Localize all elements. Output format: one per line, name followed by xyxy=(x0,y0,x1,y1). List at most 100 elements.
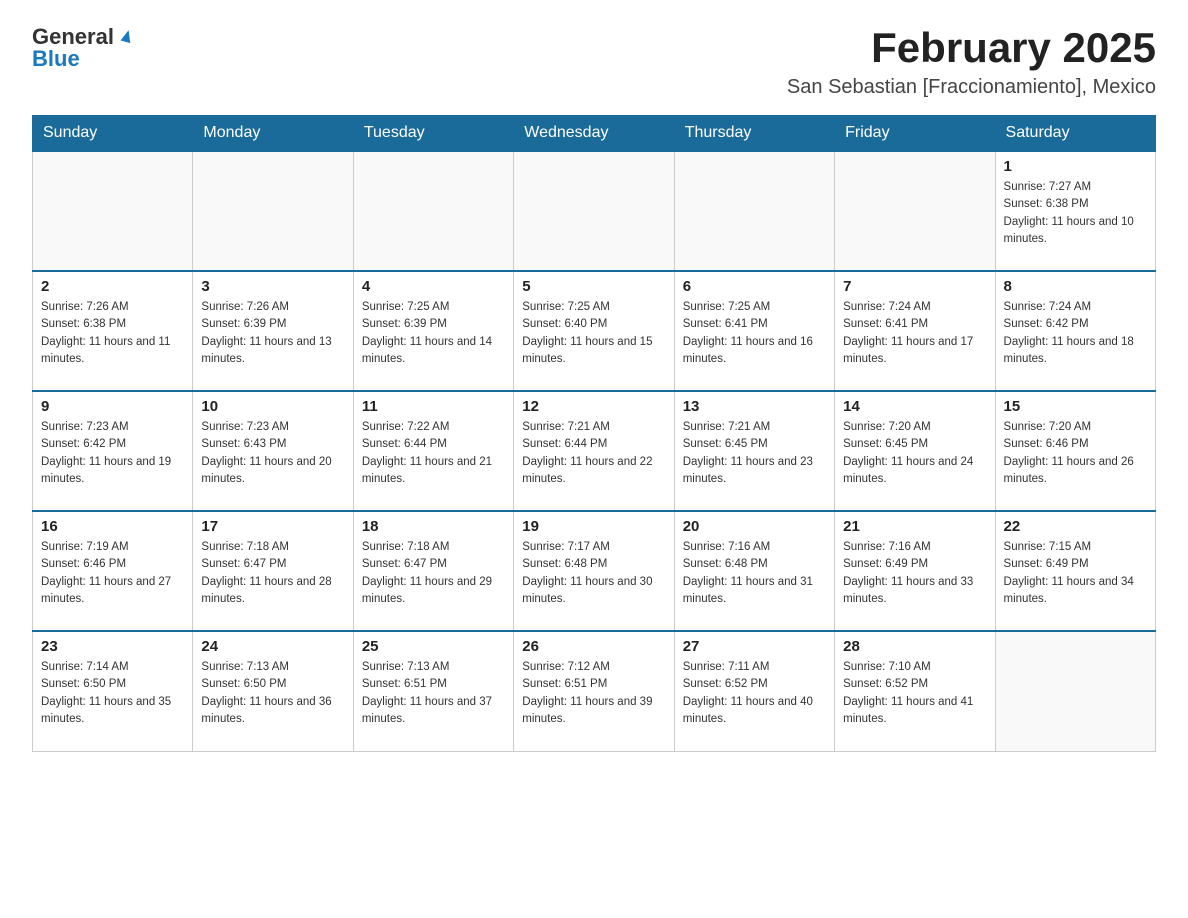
calendar-cell: 27 Sunrise: 7:11 AM Sunset: 6:52 PM Dayli… xyxy=(674,631,834,751)
calendar-cell xyxy=(674,151,834,271)
calendar-cell: 15 Sunrise: 7:20 AM Sunset: 6:46 PM Dayli… xyxy=(995,391,1155,511)
day-number: 28 xyxy=(843,638,986,655)
calendar-cell xyxy=(33,151,193,271)
calendar-cell xyxy=(835,151,995,271)
calendar-cell: 11 Sunrise: 7:22 AM Sunset: 6:44 PM Dayli… xyxy=(353,391,513,511)
day-info: Sunrise: 7:10 AM Sunset: 6:52 PM Dayligh… xyxy=(843,659,986,728)
calendar-week-row: 1Sunrise: 7:27 AM Sunset: 6:38 PM Daylig… xyxy=(33,151,1156,271)
day-number: 8 xyxy=(1004,278,1147,295)
calendar-cell: 23 Sunrise: 7:14 AM Sunset: 6:50 PM Dayli… xyxy=(33,631,193,751)
day-info: Sunrise: 7:22 AM Sunset: 6:44 PM Dayligh… xyxy=(362,419,505,488)
day-number: 6 xyxy=(683,278,826,295)
calendar-body: 1Sunrise: 7:27 AM Sunset: 6:38 PM Daylig… xyxy=(33,151,1156,751)
day-info: Sunrise: 7:15 AM Sunset: 6:49 PM Dayligh… xyxy=(1004,539,1147,608)
day-info: Sunrise: 7:20 AM Sunset: 6:46 PM Dayligh… xyxy=(1004,419,1147,488)
day-info: Sunrise: 7:26 AM Sunset: 6:38 PM Dayligh… xyxy=(41,299,184,368)
calendar-cell: 8 Sunrise: 7:24 AM Sunset: 6:42 PM Daylig… xyxy=(995,271,1155,391)
calendar-cell: 21 Sunrise: 7:16 AM Sunset: 6:49 PM Dayli… xyxy=(835,511,995,631)
day-number: 26 xyxy=(522,638,665,655)
day-number: 7 xyxy=(843,278,986,295)
calendar-subtitle: San Sebastian [Fraccionamiento], Mexico xyxy=(787,76,1156,99)
calendar-cell: 10 Sunrise: 7:23 AM Sunset: 6:43 PM Dayli… xyxy=(193,391,353,511)
logo: General Blue xyxy=(32,24,138,72)
day-number: 16 xyxy=(41,518,184,535)
day-info: Sunrise: 7:13 AM Sunset: 6:50 PM Dayligh… xyxy=(201,659,344,728)
day-number: 22 xyxy=(1004,518,1147,535)
calendar-week-row: 2 Sunrise: 7:26 AM Sunset: 6:38 PM Daylig… xyxy=(33,271,1156,391)
calendar-cell: 4 Sunrise: 7:25 AM Sunset: 6:39 PM Daylig… xyxy=(353,271,513,391)
day-number: 24 xyxy=(201,638,344,655)
calendar-week-row: 9 Sunrise: 7:23 AM Sunset: 6:42 PM Daylig… xyxy=(33,391,1156,511)
day-of-week-header: Thursday xyxy=(674,116,834,152)
calendar-cell: 25 Sunrise: 7:13 AM Sunset: 6:51 PM Dayli… xyxy=(353,631,513,751)
day-info: Sunrise: 7:11 AM Sunset: 6:52 PM Dayligh… xyxy=(683,659,826,728)
day-number: 18 xyxy=(362,518,505,535)
calendar-cell: 7 Sunrise: 7:24 AM Sunset: 6:41 PM Daylig… xyxy=(835,271,995,391)
day-info: Sunrise: 7:12 AM Sunset: 6:51 PM Dayligh… xyxy=(522,659,665,728)
day-info: Sunrise: 7:13 AM Sunset: 6:51 PM Dayligh… xyxy=(362,659,505,728)
day-info: Sunrise: 7:19 AM Sunset: 6:46 PM Dayligh… xyxy=(41,539,184,608)
day-info: Sunrise: 7:20 AM Sunset: 6:45 PM Dayligh… xyxy=(843,419,986,488)
calendar-cell xyxy=(514,151,674,271)
day-number: 23 xyxy=(41,638,184,655)
day-number: 4 xyxy=(362,278,505,295)
calendar-cell: 28 Sunrise: 7:10 AM Sunset: 6:52 PM Dayli… xyxy=(835,631,995,751)
day-info: Sunrise: 7:16 AM Sunset: 6:49 PM Dayligh… xyxy=(843,539,986,608)
day-number: 25 xyxy=(362,638,505,655)
calendar-cell: 24 Sunrise: 7:13 AM Sunset: 6:50 PM Dayli… xyxy=(193,631,353,751)
day-number: 11 xyxy=(362,398,505,415)
calendar-header: SundayMondayTuesdayWednesdayThursdayFrid… xyxy=(33,116,1156,152)
day-of-week-header: Wednesday xyxy=(514,116,674,152)
day-number: 21 xyxy=(843,518,986,535)
calendar-cell: 14 Sunrise: 7:20 AM Sunset: 6:45 PM Dayli… xyxy=(835,391,995,511)
day-info: Sunrise: 7:25 AM Sunset: 6:41 PM Dayligh… xyxy=(683,299,826,368)
day-number: 19 xyxy=(522,518,665,535)
day-number: 27 xyxy=(683,638,826,655)
logo-triangle-icon xyxy=(116,24,138,46)
day-info: Sunrise: 7:24 AM Sunset: 6:42 PM Dayligh… xyxy=(1004,299,1147,368)
day-info: Sunrise: 7:18 AM Sunset: 6:47 PM Dayligh… xyxy=(201,539,344,608)
day-info: Sunrise: 7:23 AM Sunset: 6:43 PM Dayligh… xyxy=(201,419,344,488)
day-number: 3 xyxy=(201,278,344,295)
days-of-week-row: SundayMondayTuesdayWednesdayThursdayFrid… xyxy=(33,116,1156,152)
logo-blue-text: Blue xyxy=(32,46,80,72)
calendar-cell: 5 Sunrise: 7:25 AM Sunset: 6:40 PM Daylig… xyxy=(514,271,674,391)
day-number: 15 xyxy=(1004,398,1147,415)
calendar-cell xyxy=(193,151,353,271)
calendar-cell: 1Sunrise: 7:27 AM Sunset: 6:38 PM Daylig… xyxy=(995,151,1155,271)
day-info: Sunrise: 7:25 AM Sunset: 6:40 PM Dayligh… xyxy=(522,299,665,368)
calendar-cell: 26 Sunrise: 7:12 AM Sunset: 6:51 PM Dayli… xyxy=(514,631,674,751)
day-info: Sunrise: 7:14 AM Sunset: 6:50 PM Dayligh… xyxy=(41,659,184,728)
day-number: 2 xyxy=(41,278,184,295)
day-info: Sunrise: 7:27 AM Sunset: 6:38 PM Dayligh… xyxy=(1004,179,1147,248)
day-number: 10 xyxy=(201,398,344,415)
day-info: Sunrise: 7:21 AM Sunset: 6:45 PM Dayligh… xyxy=(683,419,826,488)
calendar-cell xyxy=(995,631,1155,751)
day-of-week-header: Monday xyxy=(193,116,353,152)
day-number: 5 xyxy=(522,278,665,295)
calendar-cell: 2 Sunrise: 7:26 AM Sunset: 6:38 PM Daylig… xyxy=(33,271,193,391)
day-info: Sunrise: 7:23 AM Sunset: 6:42 PM Dayligh… xyxy=(41,419,184,488)
day-info: Sunrise: 7:18 AM Sunset: 6:47 PM Dayligh… xyxy=(362,539,505,608)
day-number: 17 xyxy=(201,518,344,535)
day-info: Sunrise: 7:26 AM Sunset: 6:39 PM Dayligh… xyxy=(201,299,344,368)
calendar-cell: 19Sunrise: 7:17 AM Sunset: 6:48 PM Dayli… xyxy=(514,511,674,631)
day-info: Sunrise: 7:21 AM Sunset: 6:44 PM Dayligh… xyxy=(522,419,665,488)
page-header: General Blue February 2025 San Sebastian… xyxy=(32,24,1156,99)
calendar-cell: 3 Sunrise: 7:26 AM Sunset: 6:39 PM Daylig… xyxy=(193,271,353,391)
calendar-cell: 20Sunrise: 7:16 AM Sunset: 6:48 PM Dayli… xyxy=(674,511,834,631)
calendar-cell: 18 Sunrise: 7:18 AM Sunset: 6:47 PM Dayli… xyxy=(353,511,513,631)
day-info: Sunrise: 7:25 AM Sunset: 6:39 PM Dayligh… xyxy=(362,299,505,368)
calendar-cell: 12Sunrise: 7:21 AM Sunset: 6:44 PM Dayli… xyxy=(514,391,674,511)
calendar-table: SundayMondayTuesdayWednesdayThursdayFrid… xyxy=(32,115,1156,752)
calendar-cell xyxy=(353,151,513,271)
day-info: Sunrise: 7:24 AM Sunset: 6:41 PM Dayligh… xyxy=(843,299,986,368)
calendar-cell: 17 Sunrise: 7:18 AM Sunset: 6:47 PM Dayli… xyxy=(193,511,353,631)
day-of-week-header: Friday xyxy=(835,116,995,152)
day-number: 14 xyxy=(843,398,986,415)
day-of-week-header: Saturday xyxy=(995,116,1155,152)
day-number: 13 xyxy=(683,398,826,415)
calendar-cell: 13 Sunrise: 7:21 AM Sunset: 6:45 PM Dayli… xyxy=(674,391,834,511)
title-block: February 2025 San Sebastian [Fraccionami… xyxy=(787,24,1156,99)
day-number: 9 xyxy=(41,398,184,415)
